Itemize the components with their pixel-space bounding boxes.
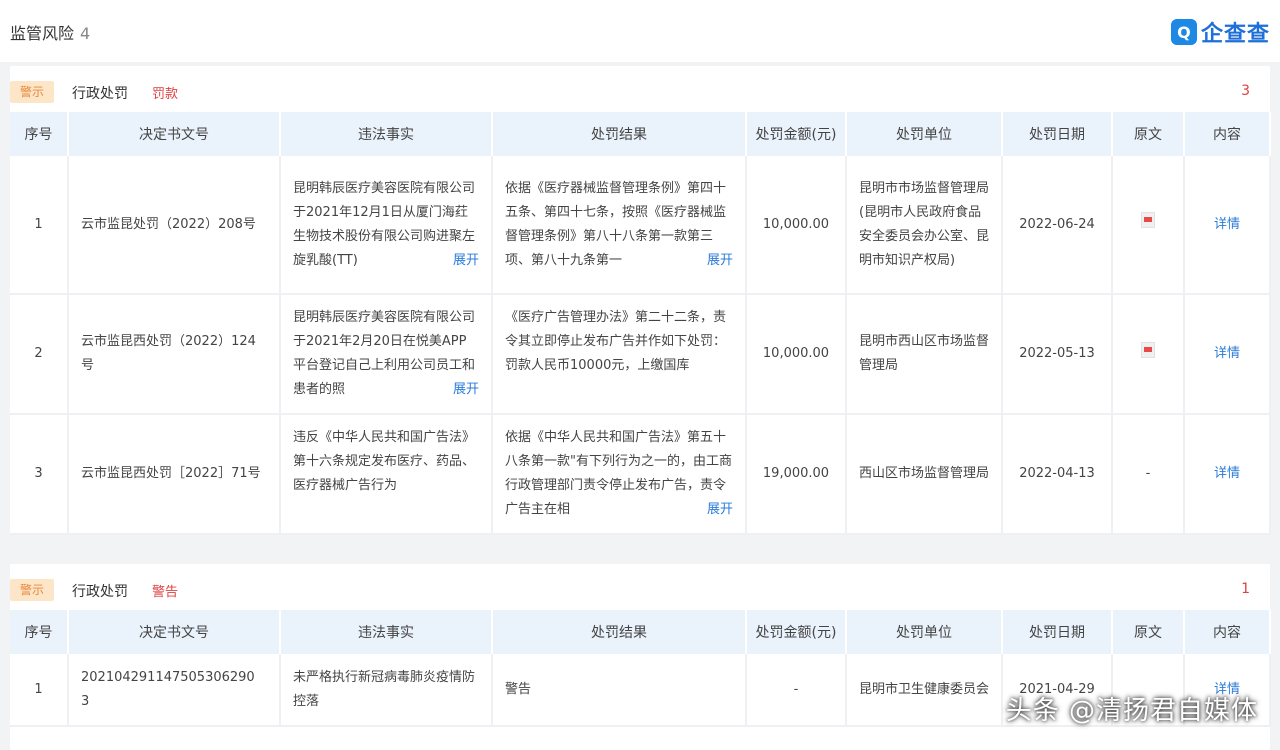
- details-link[interactable]: 详情: [1214, 217, 1240, 232]
- table-header-row: 序号 决定书文号 违法事实 处罚结果 处罚金额(元) 处罚单位 处罚日期 原文 …: [10, 610, 1271, 654]
- record-count: 1: [1241, 581, 1250, 597]
- table-header-row: 序号 决定书文号 违法事实 处罚结果 处罚金额(元) 处罚单位 处罚日期 原文 …: [10, 112, 1271, 156]
- details-link[interactable]: 详情: [1214, 346, 1240, 361]
- penalty-type-badge: 罚款: [152, 87, 179, 102]
- col-header: 处罚金额(元): [746, 610, 847, 654]
- penalty-amount: 10,000.00: [746, 156, 847, 295]
- section-title: 行政处罚: [72, 86, 128, 102]
- col-header: 内容: [1184, 610, 1271, 654]
- col-header: 序号: [10, 610, 69, 654]
- expand-link[interactable]: 展开: [702, 248, 733, 273]
- doc-number: 202104291147505306290 3: [68, 654, 281, 727]
- penalty-unit: 昆明市西山区市场监督管理局: [846, 294, 1003, 415]
- penalty-result: 依据《医疗器械监督管理条例》第四十五条、第四十七条，按照《医疗器械监督管理条例》…: [505, 177, 733, 273]
- col-header: 决定书文号: [68, 610, 281, 654]
- violation-fact: 未严格执行新冠病毒肺炎疫情防控落: [280, 654, 493, 727]
- doc-number: 云市监昆西处罚（2022）124号: [68, 294, 281, 415]
- doc-number: 云市监昆西处罚［2022］71号: [68, 414, 281, 535]
- row-number: 1: [10, 156, 69, 295]
- violation-fact: 昆明韩辰医疗美容医院有限公司于2021年12月1日从厦门海荭生物技术股份有限公司…: [293, 177, 479, 273]
- details-link[interactable]: 详情: [1214, 466, 1240, 481]
- doc-number: 云市监昆处罚（2022）208号: [68, 156, 281, 295]
- col-header: 内容: [1184, 112, 1271, 156]
- penalty-amount: 10,000.00: [746, 294, 847, 415]
- page-title: 监管风险 4: [10, 24, 91, 43]
- expand-link[interactable]: 展开: [448, 248, 479, 273]
- expand-link[interactable]: 展开: [448, 378, 479, 402]
- penalty-unit: 昆明市卫生健康委员会: [846, 654, 1003, 727]
- col-header: 决定书文号: [68, 112, 281, 156]
- section-title: 行政处罚: [72, 584, 128, 600]
- logo-text: 企查查: [1200, 22, 1270, 47]
- row-number: 2: [10, 294, 69, 415]
- expand-link[interactable]: 展开: [702, 498, 733, 522]
- section-header: 警示 行政处罚 警告 1: [10, 564, 1270, 610]
- warning-tag: 警示: [10, 579, 55, 601]
- table-row: 1 云市监昆处罚（2022）208号 昆明韩辰医疗美容医院有限公司于2021年1…: [10, 156, 1271, 295]
- col-header: 处罚日期: [1002, 610, 1113, 654]
- brand-logo[interactable]: Q 企查查: [1170, 16, 1270, 48]
- section-header: 警示 行政处罚 罚款 3: [10, 66, 1270, 112]
- col-header: 处罚结果: [492, 112, 747, 156]
- col-header: 原文: [1112, 112, 1185, 156]
- penalty-date: 2022-04-13: [1002, 414, 1113, 535]
- col-header: 处罚单位: [846, 112, 1003, 156]
- original-doc: -: [1112, 414, 1185, 535]
- pdf-icon[interactable]: [1141, 341, 1155, 358]
- violation-fact: 昆明韩辰医疗美容医院有限公司于2021年2月20日在悦美APP平台登记自己上利用…: [293, 306, 479, 402]
- col-header: 处罚单位: [846, 610, 1003, 654]
- col-header: 原文: [1112, 610, 1185, 654]
- table-row: 2 云市监昆西处罚（2022）124号 昆明韩辰医疗美容医院有限公司于2021年…: [10, 294, 1271, 415]
- penalty-result: 《医疗广告管理办法》第二十二条，责令其立即停止发布广告并作如下处罚：罚款人民币1…: [505, 310, 727, 373]
- pdf-icon[interactable]: [1141, 212, 1155, 228]
- section-penalty-fine: 警示 行政处罚 罚款 3 序号 决定书文号 违法事实 处罚结果 处罚金额(元) …: [10, 66, 1271, 535]
- col-header: 违法事实: [280, 610, 493, 654]
- risk-count: 4: [80, 24, 91, 43]
- row-number: 3: [10, 414, 69, 535]
- penalty-unit: 西山区市场监督管理局: [846, 414, 1003, 535]
- penalty-table: 序号 决定书文号 违法事实 处罚结果 处罚金额(元) 处罚单位 处罚日期 原文 …: [10, 112, 1271, 535]
- penalty-date: 2022-05-13: [1002, 294, 1113, 415]
- col-header: 序号: [10, 112, 69, 156]
- penalty-result: 警告: [492, 654, 747, 727]
- penalty-unit: 昆明市市场监督管理局(昆明市人民政府食品安全委员会办公室、昆明市知识产权局): [846, 156, 1003, 295]
- watermark-text: 头条 @清扬君自媒体: [1005, 696, 1258, 726]
- penalty-type-badge: 警告: [152, 585, 179, 600]
- penalty-amount: -: [746, 654, 847, 727]
- violation-fact: 违反《中华人民共和国广告法》第十六条规定发布医疗、药品、医疗器械广告行为: [293, 430, 476, 493]
- col-header: 处罚日期: [1002, 112, 1113, 156]
- penalty-date: 2022-06-24: [1002, 156, 1113, 295]
- col-header: 违法事实: [280, 112, 493, 156]
- col-header: 处罚金额(元): [746, 112, 847, 156]
- row-number: 1: [10, 654, 69, 727]
- col-header: 处罚结果: [492, 610, 747, 654]
- penalty-result: 依据《中华人民共和国广告法》第五十八条第一款"有下列行为之一的，由工商行政管理部…: [505, 426, 733, 522]
- logo-icon: Q: [1170, 19, 1197, 45]
- table-row: 3 云市监昆西处罚［2022］71号 违反《中华人民共和国广告法》第十六条规定发…: [10, 414, 1271, 535]
- top-bar: 监管风险 4 Q 企查查: [0, 0, 1280, 62]
- penalty-amount: 19,000.00: [746, 414, 847, 535]
- warning-tag: 警示: [10, 81, 55, 103]
- record-count: 3: [1241, 83, 1250, 99]
